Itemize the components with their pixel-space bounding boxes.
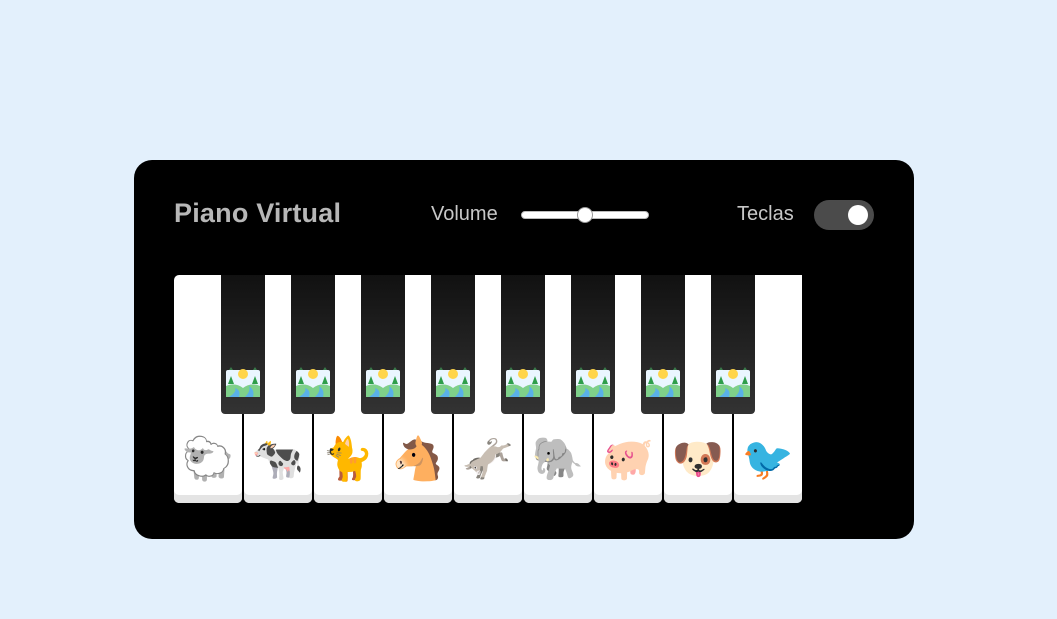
- landscape-icon: [225, 364, 261, 398]
- black-key-5[interactable]: [501, 275, 545, 414]
- volume-label: Volume: [431, 203, 498, 225]
- cat-icon: 🐈: [321, 434, 375, 483]
- volume-slider[interactable]: [521, 208, 649, 222]
- bird-icon: 🐦: [741, 434, 795, 483]
- black-key-8[interactable]: [711, 275, 755, 414]
- piano-panel: Piano Virtual Volume Teclas 🐑 🐄 🐈 🐴 🫏 🐘 🐖 🐶 🐦: [134, 160, 914, 539]
- black-key-7[interactable]: [641, 275, 685, 414]
- donkey-icon: 🫏: [461, 434, 515, 483]
- landscape-icon: [435, 364, 471, 398]
- dog-icon: 🐶: [671, 434, 725, 483]
- landscape-icon: [645, 364, 681, 398]
- black-key-2[interactable]: [291, 275, 335, 414]
- app-title: Piano Virtual: [174, 198, 342, 228]
- landscape-icon: [715, 364, 751, 398]
- keys-label: Teclas: [737, 203, 794, 225]
- landscape-icon: [295, 364, 331, 398]
- keys-toggle-knob[interactable]: [848, 205, 868, 225]
- landscape-icon: [365, 364, 401, 398]
- pig-icon: 🐖: [601, 434, 655, 483]
- black-key-1[interactable]: [221, 275, 265, 414]
- keys-toggle[interactable]: [814, 200, 874, 230]
- cow-icon: 🐄: [251, 434, 305, 483]
- landscape-icon: [505, 364, 541, 398]
- black-key-4[interactable]: [431, 275, 475, 414]
- horse-icon: 🐴: [391, 434, 445, 483]
- sheep-icon: 🐑: [181, 434, 235, 483]
- black-key-3[interactable]: [361, 275, 405, 414]
- black-key-6[interactable]: [571, 275, 615, 414]
- piano-keyboard: 🐑 🐄 🐈 🐴 🫏 🐘 🐖 🐶 🐦: [174, 275, 804, 503]
- landscape-icon: [575, 364, 611, 398]
- volume-slider-thumb[interactable]: [578, 208, 592, 222]
- elephant-icon: 🐘: [531, 434, 585, 483]
